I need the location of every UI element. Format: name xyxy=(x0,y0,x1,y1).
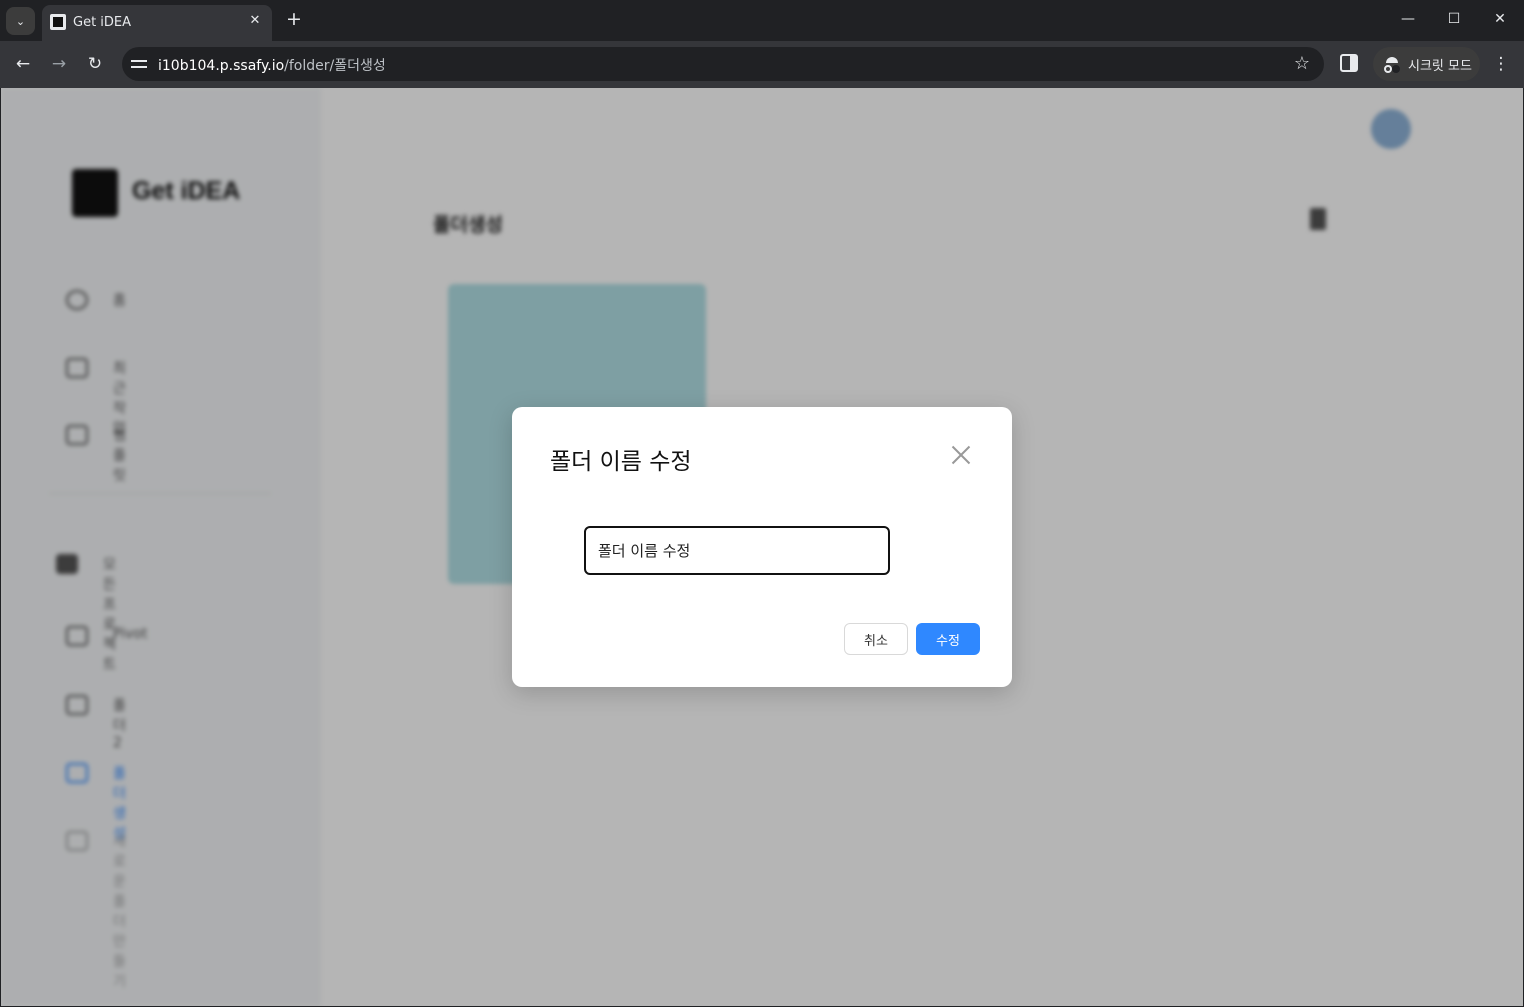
forward-button[interactable]: → xyxy=(47,52,71,76)
tab-strip: ⌄ Get iDEA ✕ + — ☐ ✕ xyxy=(0,0,1524,41)
url-text[interactable]: i10b104.p.ssafy.io/folder/폴더생성 xyxy=(158,55,386,75)
maximize-button[interactable]: ☐ xyxy=(1444,9,1464,29)
browser-toolbar: ← → ↻ i10b104.p.ssafy.io/folder/폴더생성 ☆ 시… xyxy=(0,41,1524,88)
browser-menu-icon[interactable]: ⋮ xyxy=(1492,53,1510,75)
confirm-button[interactable]: 수정 xyxy=(916,623,980,655)
close-icon[interactable]: ✕ xyxy=(247,13,263,29)
web-page: Get iDEA 홈 최근작업 템플릿 모든 프로젝트 Pivot 폴더2 폴더… xyxy=(1,88,1523,1006)
reload-button[interactable]: ↻ xyxy=(83,52,107,76)
close-icon[interactable] xyxy=(949,443,973,467)
back-button[interactable]: ← xyxy=(11,52,35,76)
browser-chrome: ⌄ Get iDEA ✕ + — ☐ ✕ ← → ↻ i10b104.p.ssa… xyxy=(0,0,1524,88)
browser-tab[interactable]: Get iDEA ✕ xyxy=(42,5,272,41)
side-panel-icon[interactable] xyxy=(1340,54,1358,72)
chevron-down-icon: ⌄ xyxy=(15,14,26,28)
incognito-badge[interactable]: 시크릿 모드 xyxy=(1373,47,1480,81)
new-tab-button[interactable]: + xyxy=(284,9,304,29)
folder-name-input[interactable] xyxy=(584,526,890,575)
tab-title: Get iDEA xyxy=(73,15,132,30)
window-close-button[interactable]: ✕ xyxy=(1490,9,1510,29)
cancel-button[interactable]: 취소 xyxy=(844,623,908,655)
bookmark-star-icon[interactable]: ☆ xyxy=(1294,53,1310,74)
favicon-icon xyxy=(50,14,66,30)
minimize-button[interactable]: — xyxy=(1398,9,1418,29)
tab-search-button[interactable]: ⌄ xyxy=(6,7,35,35)
address-bar[interactable]: i10b104.p.ssafy.io/folder/폴더생성 ☆ xyxy=(122,47,1324,81)
incognito-icon xyxy=(1384,56,1400,73)
dialog-title: 폴더 이름 수정 xyxy=(550,449,692,475)
incognito-label: 시크릿 모드 xyxy=(1408,59,1472,74)
rename-folder-dialog: 폴더 이름 수정 취소 수정 xyxy=(512,407,1012,687)
site-info-icon[interactable] xyxy=(131,56,147,72)
